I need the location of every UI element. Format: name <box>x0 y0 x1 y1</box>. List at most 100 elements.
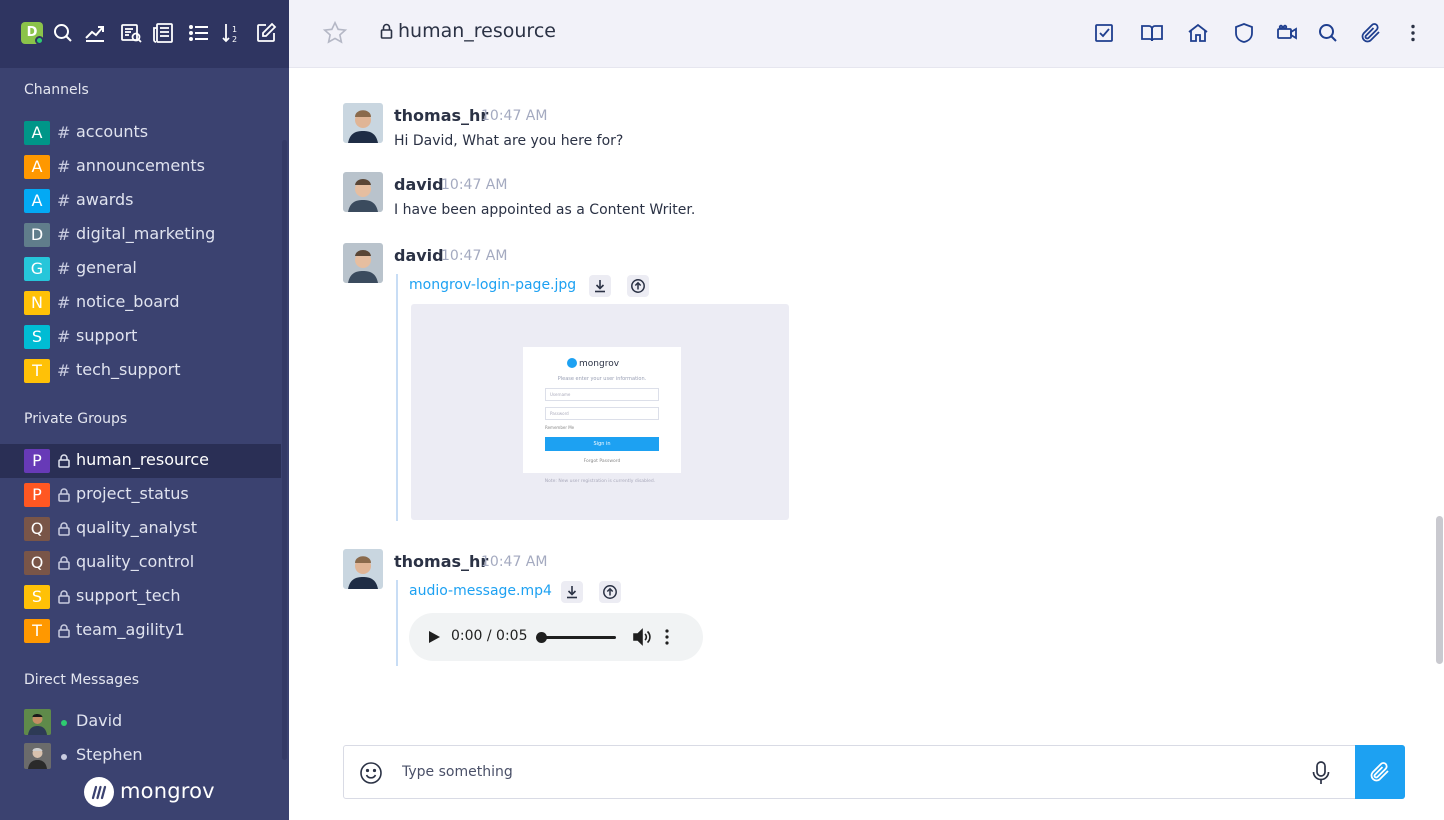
audio-player: 0:00 / 0:05 <box>409 613 703 661</box>
message-username[interactable]: thomas_hr <box>394 552 488 571</box>
hash-icon: # <box>57 259 71 278</box>
avatar[interactable] <box>343 549 383 589</box>
channel-avatar: S <box>24 325 50 349</box>
hash-icon: # <box>57 191 71 210</box>
search-icon[interactable] <box>51 21 75 45</box>
message-input[interactable] <box>402 758 1282 786</box>
channel-avatar: D <box>24 223 50 247</box>
sidebar-item-quality-analyst[interactable]: Q quality_analyst <box>0 512 281 546</box>
play-icon[interactable] <box>427 630 441 644</box>
video-icon[interactable] <box>1275 21 1299 45</box>
audio-progress-track[interactable] <box>540 636 616 639</box>
sidebar-item-awards[interactable]: A # awards <box>0 184 281 218</box>
home-icon[interactable] <box>1186 21 1210 45</box>
lock-icon <box>58 488 70 502</box>
group-label: project_status <box>76 484 189 503</box>
sidebar-item-project-status[interactable]: P project_status <box>0 478 281 512</box>
star-icon[interactable] <box>322 20 348 46</box>
message-text: Hi David, What are you here for? <box>394 133 624 149</box>
lock-icon <box>58 556 70 570</box>
sidebar-item-team-agility1[interactable]: T team_agility1 <box>0 614 281 648</box>
sidebar-item-support-tech[interactable]: S support_tech <box>0 580 281 614</box>
avatar[interactable] <box>343 243 383 283</box>
group-avatar: Q <box>24 517 50 541</box>
avatar[interactable] <box>343 172 383 212</box>
attachment-border <box>396 580 398 666</box>
audio-progress-thumb[interactable] <box>536 632 547 643</box>
channel-label: awards <box>76 190 134 209</box>
search-icon[interactable] <box>1316 21 1340 45</box>
dm-label: Stephen <box>76 745 143 764</box>
channel-label: accounts <box>76 122 149 141</box>
sidebar-item-dm-david[interactable]: David <box>0 705 281 739</box>
image-preview[interactable]: mongrov Please enter your user informati… <box>411 304 789 520</box>
message-username[interactable]: thomas_hr <box>394 106 488 125</box>
analytics-icon[interactable] <box>83 21 107 45</box>
hash-icon: # <box>57 361 71 380</box>
private-groups-section-title: Private Groups <box>24 411 128 427</box>
sidebar-item-general[interactable]: G # general <box>0 252 281 286</box>
message-username[interactable]: david <box>394 175 444 194</box>
shield-icon[interactable] <box>1232 21 1256 45</box>
room-title: human_resource <box>398 20 556 42</box>
upload-circle-icon <box>603 585 617 599</box>
lock-icon <box>58 454 70 468</box>
sort-icon[interactable]: 12 <box>220 21 244 45</box>
sidebar-item-digital-marketing[interactable]: D # digital_marketing <box>0 218 281 252</box>
tasks-icon[interactable] <box>1092 21 1116 45</box>
brand-name: mongrov <box>120 779 215 803</box>
more-vertical-icon[interactable] <box>1401 21 1425 45</box>
sidebar-item-tech-support[interactable]: T # tech_support <box>0 354 281 388</box>
channel-avatar: A <box>24 121 50 145</box>
attach-file-button[interactable] <box>1355 745 1405 799</box>
download-icon <box>567 586 577 599</box>
list-icon[interactable] <box>187 21 211 45</box>
sidebar-item-human-resource[interactable]: P human_resource <box>0 444 281 478</box>
hash-icon: # <box>57 123 71 142</box>
sidebar-item-quality-control[interactable]: Q quality_control <box>0 546 281 580</box>
sidebar-item-support[interactable]: S # support <box>0 320 281 354</box>
share-button[interactable] <box>627 275 649 297</box>
volume-icon[interactable] <box>632 628 652 646</box>
upload-circle-icon <box>631 279 645 293</box>
thumbnail-remember: Remember Me <box>545 425 575 430</box>
message-text: I have been appointed as a Content Write… <box>394 202 696 218</box>
news-icon[interactable] <box>151 21 175 45</box>
messages-scrollbar[interactable] <box>1436 516 1443 664</box>
sidebar-scrollbar[interactable] <box>282 140 287 760</box>
message-time: 10:47 AM <box>441 177 508 193</box>
thumbnail-brand: mongrov <box>579 359 620 369</box>
sidebar-item-notice-board[interactable]: N # notice_board <box>0 286 281 320</box>
group-avatar: S <box>24 585 50 609</box>
edit-icon[interactable] <box>254 21 278 45</box>
sidebar-item-announcements[interactable]: A # announcements <box>0 150 281 184</box>
channel-label: general <box>76 258 137 277</box>
hash-icon: # <box>57 327 71 346</box>
mongrov-logo-icon <box>84 777 114 807</box>
share-button[interactable] <box>599 581 621 603</box>
sidebar-item-accounts[interactable]: A # accounts <box>0 116 281 150</box>
avatar[interactable] <box>343 103 383 143</box>
channel-label: announcements <box>76 156 205 175</box>
download-button[interactable] <box>589 275 611 297</box>
message-username[interactable]: david <box>394 246 444 265</box>
microphone-icon[interactable] <box>1310 760 1332 786</box>
channel-avatar: N <box>24 291 50 315</box>
attachment-link[interactable]: audio-message.mp4 <box>409 583 552 599</box>
group-label: team_agility1 <box>76 620 185 639</box>
more-vertical-icon[interactable] <box>663 628 671 646</box>
channel-label: tech_support <box>76 360 181 379</box>
sidebar-item-dm-stephen[interactable]: Stephen <box>0 739 281 773</box>
directory-icon[interactable] <box>119 21 143 45</box>
download-button[interactable] <box>561 581 583 603</box>
lock-icon <box>380 23 393 39</box>
attachment-link[interactable]: mongrov-login-page.jpg <box>409 277 576 293</box>
group-label: human_resource <box>76 450 210 469</box>
book-icon[interactable] <box>1140 21 1164 45</box>
message-time: 10:47 AM <box>481 108 548 124</box>
thumbnail-subtitle: Please enter your user information. <box>557 376 647 382</box>
attachment-icon[interactable] <box>1359 21 1383 45</box>
hash-icon: # <box>57 293 71 312</box>
message-time: 10:47 AM <box>481 554 548 570</box>
emoji-icon[interactable] <box>359 761 383 785</box>
